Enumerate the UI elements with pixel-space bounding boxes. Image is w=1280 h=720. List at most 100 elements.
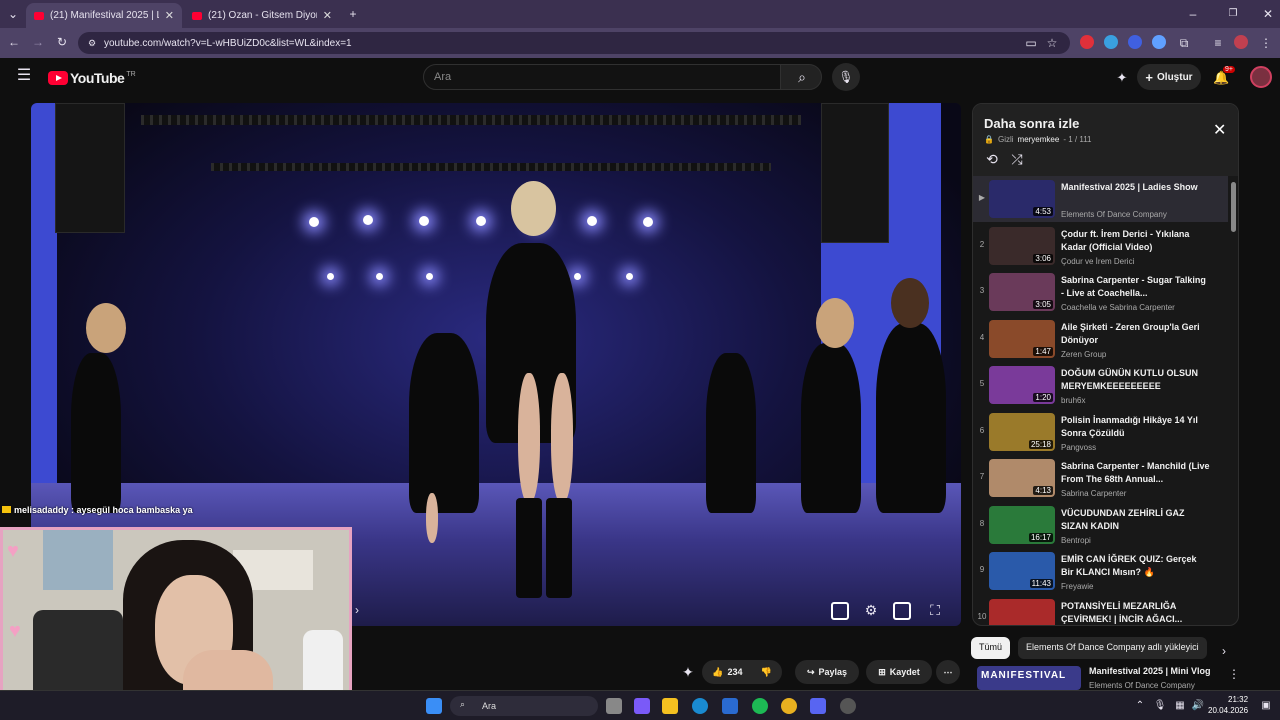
chips-next-icon[interactable]: › [1216, 643, 1232, 659]
hamburger-menu-icon[interactable]: ☰ [16, 68, 32, 84]
share-button[interactable]: ↪ Paylaş [795, 660, 859, 684]
playlist-item-title[interactable]: Sabrina Carpenter - Manchild (Live From … [1061, 460, 1211, 486]
playlist-item-thumbnail[interactable]: 1:20 [989, 366, 1055, 404]
playlist-item-thumbnail[interactable]: 11:43 [989, 552, 1055, 590]
playlist-item-thumbnail[interactable]: 4:13 [989, 459, 1055, 497]
task-view-icon[interactable] [606, 698, 622, 714]
minimize-icon[interactable]: – [1185, 6, 1201, 22]
premium-icon[interactable]: ✦ [1114, 70, 1130, 86]
dislike-icon[interactable]: 👎 [761, 667, 772, 678]
playlist-item-title[interactable]: Sabrina Carpenter - Sugar Talking - Live… [1061, 274, 1211, 300]
extensions-puzzle-icon[interactable]: ⧉ [1176, 35, 1192, 51]
playlist-item-title[interactable]: Polisin İnanmadığı Hikâye 14 Yıl Sonra Ç… [1061, 414, 1211, 440]
playlist-item-thumbnail[interactable]: 3:06 [989, 226, 1055, 265]
playlist-owner[interactable]: meryemkee [1018, 135, 1060, 144]
address-bar[interactable]: ⚙ youtube.com/watch?v=L-wHBUiZD0c&list=W… [78, 32, 1070, 54]
back-icon[interactable]: ← [6, 34, 22, 50]
browser-menu-icon[interactable]: ⋮ [1258, 35, 1274, 51]
search-input[interactable]: Ara [423, 64, 781, 90]
related-title[interactable]: Manifestival 2025 | Mini Vlog [1089, 666, 1211, 676]
playlist-item-thumbnail[interactable]: 3:05 [989, 273, 1055, 311]
copilot-icon[interactable] [634, 698, 650, 714]
reading-list-icon[interactable]: ≡ [1210, 35, 1226, 51]
playlist-item-thumbnail[interactable]: 9:44 [989, 598, 1055, 625]
create-button[interactable]: + Oluştur [1137, 64, 1201, 90]
voice-search-button[interactable]: 🎙 [832, 63, 860, 91]
theater-mode-icon[interactable] [893, 602, 911, 620]
tab-ozan[interactable]: (21) Ozan - Gitsem Diyorum (c ✕ [184, 3, 340, 28]
more-actions-button[interactable]: ⋯ [936, 660, 960, 684]
forward-icon[interactable]: → [30, 34, 46, 50]
playlist-item-title[interactable]: POTANSİYELİ MEZARLIĞA ÇEVİRMEK! | İNCİR … [1061, 600, 1211, 626]
playlist-item-title[interactable]: Çodur ft. İrem Derici - Yıkılana Kadar (… [1061, 228, 1211, 254]
playlist-item-thumbnail[interactable]: 1:47 [989, 319, 1055, 358]
playlist-item-title[interactable]: Manifestival 2025 | Ladies Show [1061, 181, 1211, 194]
playlist-item[interactable]: 3 3:05 Sabrina Carpenter - Sugar Talking -… [973, 269, 1228, 315]
cast-icon[interactable]: ▭ [1023, 35, 1039, 51]
chrome-icon[interactable] [781, 698, 797, 714]
close-playlist-icon[interactable]: ✕ [1213, 120, 1226, 140]
discord-icon[interactable] [810, 698, 826, 714]
chip-uploader[interactable]: Elements Of Dance Company adlı yükleyici [1018, 637, 1207, 659]
tab-manifestival[interactable]: (21) Manifestival 2025 | Ladies S ✕ [26, 3, 182, 28]
taskbar-search[interactable]: ⌕ Ara [450, 696, 598, 716]
playlist-item-thumbnail[interactable]: 16:17 [989, 505, 1055, 544]
store-icon[interactable] [722, 698, 738, 714]
obs-icon[interactable] [840, 698, 856, 714]
tray-volume-icon[interactable]: 🔊 [1190, 698, 1206, 714]
playlist-item-title[interactable]: Aile Şirketi - Zeren Group'la Geri Dönüy… [1061, 321, 1211, 347]
playlist-item[interactable]: 7 4:13 Sabrina Carpenter - Manchild (Live … [973, 455, 1228, 501]
playlist-item[interactable]: 8 16:17 VÜCUDUNDAN ZEHİRLİ GAZ SIZAN KADIN… [973, 502, 1228, 548]
extension-red-icon[interactable] [1080, 35, 1094, 49]
playlist-item-thumbnail[interactable]: 25:18 [989, 412, 1055, 451]
playlist-item-thumbnail[interactable]: 4:53 [989, 180, 1055, 218]
playlist-item[interactable]: 4 1:47 Aile Şirketi - Zeren Group'la Geri … [973, 316, 1228, 362]
site-info-icon[interactable]: ⚙ [84, 35, 100, 51]
file-explorer-icon[interactable] [662, 698, 678, 714]
save-button[interactable]: ⊞ Kaydet [866, 660, 932, 684]
like-icon[interactable]: 👍 [712, 667, 723, 678]
extension-shield-icon[interactable] [1152, 35, 1166, 49]
tray-chevron-icon[interactable]: ⌃ [1132, 698, 1148, 714]
spotify-icon[interactable] [752, 698, 768, 714]
account-avatar[interactable] [1250, 66, 1272, 88]
playlist-item[interactable]: 9 11:43 EMİR CAN İĞREK QUIZ: Gerçek Bir KL… [973, 548, 1228, 594]
search-button[interactable]: ⌕ [780, 64, 822, 90]
playlist-item[interactable]: 2 3:06 Çodur ft. İrem Derici - Yıkılana Ka… [973, 223, 1228, 269]
playlist-item[interactable]: ▶ 4:53 Manifestival 2025 | Ladies Show Elem… [973, 176, 1228, 222]
edge-icon[interactable] [692, 698, 708, 714]
reload-icon[interactable]: ↻ [54, 34, 70, 50]
playlist-title[interactable]: Daha sonra izle [984, 116, 1079, 131]
thanks-icon[interactable]: ✦ [680, 664, 696, 680]
extension-audio-icon[interactable] [1128, 35, 1142, 49]
close-tab-icon[interactable]: ✕ [165, 9, 174, 22]
related-channel[interactable]: Elements Of Dance Company [1089, 681, 1195, 690]
tray-mic-icon[interactable]: 🎙 [1152, 698, 1168, 714]
related-menu-icon[interactable]: ⋮ [1226, 666, 1242, 682]
playlist-item[interactable]: 10 9:44 POTANSİYELİ MEZARLIĞA ÇEVİRMEK! | … [973, 595, 1228, 626]
taskbar-clock[interactable]: 21:32 20.04.2026 [1208, 694, 1248, 716]
loop-icon[interactable]: ⟲ [984, 151, 1000, 167]
chip-all[interactable]: Tümü [971, 637, 1011, 659]
notification-center-icon[interactable]: ▣ [1258, 698, 1274, 714]
fullscreen-icon[interactable]: ⛶ [927, 602, 943, 618]
youtube-logo[interactable]: YouTube TR [48, 70, 136, 86]
playlist-item[interactable]: 5 1:20 DOĞUM GÜNÜN KUTLU OLSUN MERYEMKEEEE… [973, 362, 1228, 408]
related-thumbnail[interactable]: MANIFESTIVAL [977, 666, 1081, 690]
windows-start-icon[interactable] [426, 698, 442, 714]
subtitles-icon[interactable] [831, 602, 849, 620]
tab-search-icon[interactable]: ⌄ [5, 6, 21, 22]
shuffle-icon[interactable]: ⤮ [1009, 151, 1025, 167]
playlist-item-title[interactable]: EMİR CAN İĞREK QUIZ: Gerçek Bir KLANCI M… [1061, 553, 1211, 579]
bookmark-star-icon[interactable]: ☆ [1044, 35, 1060, 51]
playlist-item-title[interactable]: DOĞUM GÜNÜN KUTLU OLSUN MERYEMKEEEEEEEEE [1061, 367, 1211, 393]
playlist-item[interactable]: 6 25:18 Polisin İnanmadığı Hikâye 14 Yıl S… [973, 409, 1228, 455]
settings-gear-icon[interactable]: ⚙ [863, 602, 879, 618]
tray-network-icon[interactable]: ▦ [1172, 698, 1188, 714]
playlist-scrollbar[interactable] [1231, 182, 1236, 232]
restore-icon[interactable]: ❐ [1225, 6, 1241, 22]
window-close-icon[interactable]: ✕ [1260, 6, 1276, 22]
close-tab-icon[interactable]: ✕ [323, 9, 332, 22]
extension-translate-icon[interactable] [1104, 35, 1118, 49]
profile-avatar-icon[interactable] [1234, 35, 1248, 49]
